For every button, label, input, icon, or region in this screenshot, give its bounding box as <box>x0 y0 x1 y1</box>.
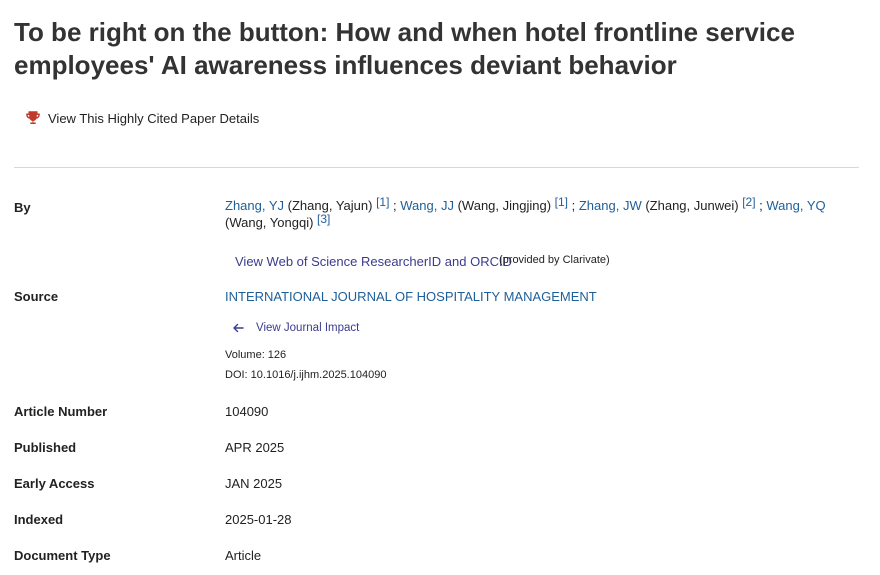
highly-cited-paper-link[interactable]: View This Highly Cited Paper Details <box>24 109 259 127</box>
article-number-label: Article Number <box>14 404 108 419</box>
researcher-id-orcid-link[interactable]: View Web of Science ResearcherID and ORC… <box>235 254 512 269</box>
author-affiliation-ref[interactable]: [1] <box>555 195 568 209</box>
page-title: To be right on the button: How and when … <box>14 17 795 80</box>
author-full-name: (Wang, Jingjing) <box>457 198 552 213</box>
author-affiliation-ref[interactable]: [2] <box>742 195 755 209</box>
indexed-label: Indexed <box>14 512 64 527</box>
journal-impact-link[interactable]: View Journal Impact <box>232 322 359 334</box>
early-access-label: Early Access <box>14 476 95 491</box>
author-link[interactable]: Zhang, YJ <box>225 198 284 213</box>
journal-impact-label: View Journal Impact <box>256 322 360 334</box>
volume-text: Volume: 126 <box>225 349 287 361</box>
journal-link[interactable]: INTERNATIONAL JOURNAL OF HOSPITALITY MAN… <box>225 289 597 304</box>
author-full-name: (Wang, Yongqi) <box>225 215 314 230</box>
author-affiliation-ref[interactable]: [1] <box>376 195 389 209</box>
highly-cited-label: View This Highly Cited Paper Details <box>48 110 260 126</box>
published-label: Published <box>14 440 77 455</box>
section-divider <box>14 167 859 168</box>
early-access-value: JAN 2025 <box>225 476 283 491</box>
document-type-label: Document Type <box>14 548 111 563</box>
author-link[interactable]: Wang, JJ <box>400 198 454 213</box>
source-label: Source <box>14 289 59 304</box>
authors-list: Zhang, YJ (Zhang, Yajun) [1] ; Wang, JJ … <box>225 195 826 230</box>
document-type-value: Article <box>225 548 262 563</box>
doi-text: DOI: 10.1016/j.ijhm.2025.104090 <box>225 369 387 381</box>
author-affiliation-ref[interactable]: [3] <box>317 212 330 226</box>
arrow-left-icon <box>233 323 244 333</box>
author-full-name: (Zhang, Junwei) <box>645 198 739 213</box>
author-link[interactable]: Zhang, JW <box>579 198 642 213</box>
author-link[interactable]: Wang, YQ <box>766 198 825 213</box>
indexed-value: 2025-01-28 <box>225 512 292 527</box>
by-label: By <box>14 200 31 215</box>
trophy-icon <box>26 111 40 124</box>
published-value: APR 2025 <box>225 440 285 455</box>
provided-by-note: (provided by Clarivate) <box>499 254 610 266</box>
article-number-value: 104090 <box>225 404 269 419</box>
author-full-name: (Zhang, Yajun) <box>287 198 373 213</box>
